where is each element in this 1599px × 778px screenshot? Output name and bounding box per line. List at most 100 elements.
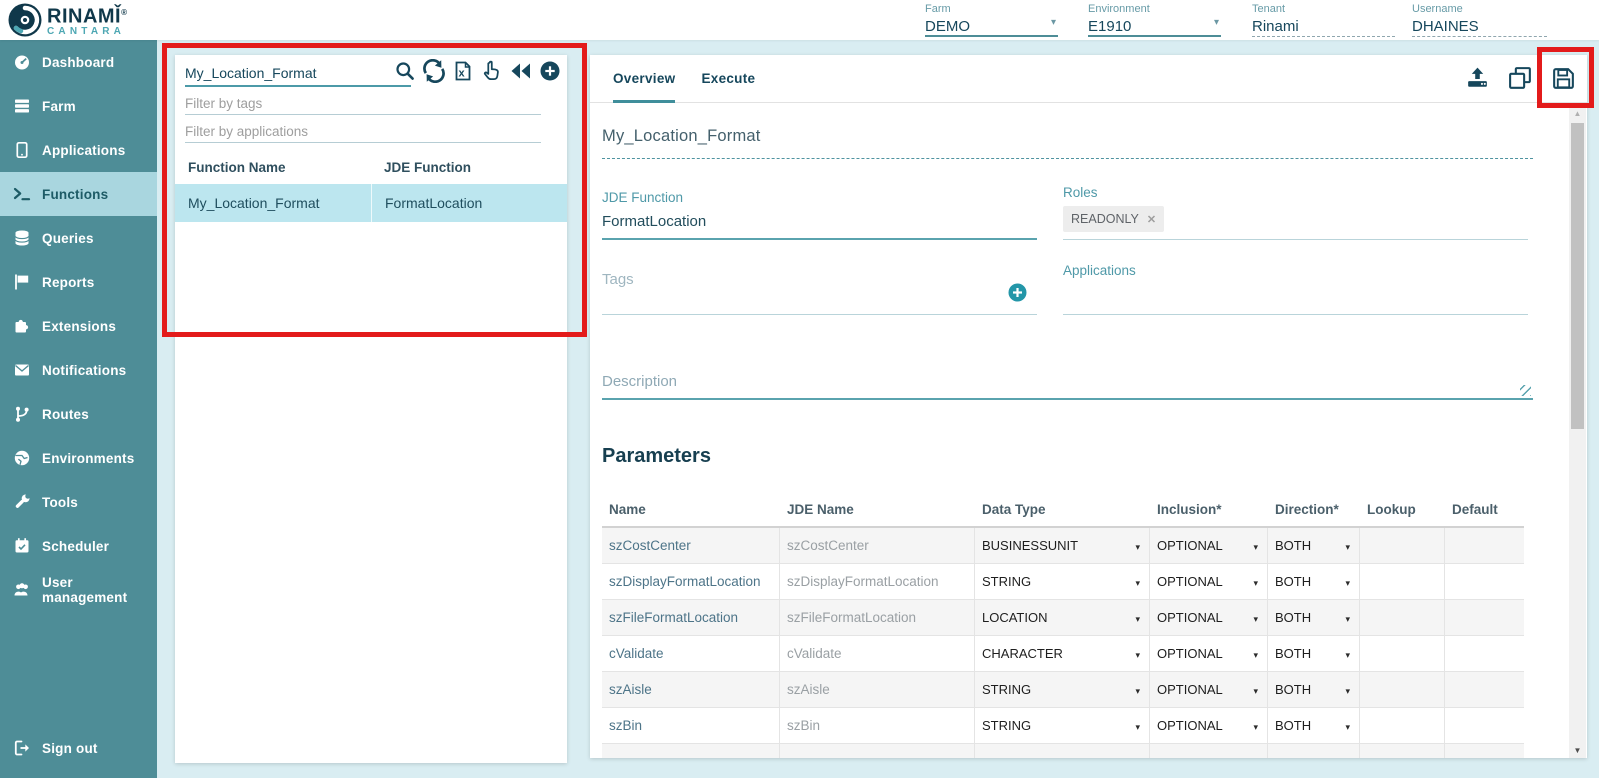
sidebar-item-user-management[interactable]: User management bbox=[0, 568, 157, 612]
param-name-cell[interactable]: szCostCenter bbox=[602, 528, 780, 563]
sidebar-item-environments[interactable]: Environments bbox=[0, 436, 157, 480]
param-name-cell[interactable]: cValidate bbox=[602, 636, 780, 671]
remove-role-icon[interactable] bbox=[1147, 212, 1156, 226]
save-button[interactable] bbox=[1550, 65, 1577, 92]
direction-select[interactable]: BOTH bbox=[1268, 636, 1360, 671]
inclusion-select[interactable]: OPTIONAL bbox=[1150, 708, 1268, 743]
lookup-cell[interactable] bbox=[1360, 708, 1445, 743]
function-title-field[interactable]: My_Location_Format bbox=[602, 127, 1533, 159]
data-type-select[interactable]: STRING bbox=[975, 708, 1150, 743]
param-name-cell[interactable]: szAisle bbox=[602, 672, 780, 707]
lookup-cell[interactable] bbox=[1360, 636, 1445, 671]
farm-select[interactable]: Farm DEMO bbox=[925, 3, 1058, 37]
scrollbar-thumb[interactable] bbox=[1571, 123, 1584, 429]
roles-field: Roles READONLY bbox=[1063, 185, 1528, 240]
scroll-up-icon[interactable] bbox=[1569, 105, 1586, 121]
vertical-scrollbar[interactable] bbox=[1569, 105, 1586, 758]
default-cell[interactable] bbox=[1445, 600, 1524, 635]
tags-filter-input[interactable] bbox=[185, 93, 541, 115]
sidebar-item-extensions[interactable]: Extensions bbox=[0, 304, 157, 348]
empty-cell bbox=[780, 744, 975, 758]
sidebar-item-functions[interactable]: Functions bbox=[0, 172, 157, 216]
default-cell[interactable] bbox=[1445, 708, 1524, 743]
resize-handle-icon[interactable] bbox=[1520, 385, 1531, 396]
inclusion-select[interactable]: OPTIONAL bbox=[1150, 672, 1268, 707]
parameter-row: cValidate cValidate CHARACTER OPTIONAL B… bbox=[602, 636, 1524, 672]
sidebar-item-notifications[interactable]: Notifications bbox=[0, 348, 157, 392]
sidebar-item-farm[interactable]: Farm bbox=[0, 84, 157, 128]
tags-input[interactable] bbox=[602, 271, 982, 288]
data-type-select[interactable]: STRING bbox=[975, 672, 1150, 707]
param-name-cell[interactable]: szFileFormatLocation bbox=[602, 600, 780, 635]
sidebar-item-reports[interactable]: Reports bbox=[0, 260, 157, 304]
brand-logo: RINAMǏ® CANTARA bbox=[7, 2, 128, 38]
function-list-panel: x Function Name JDE Function My_Location… bbox=[175, 55, 567, 763]
param-name-cell[interactable]: szBin bbox=[602, 708, 780, 743]
sidebar-item-label: Reports bbox=[42, 275, 94, 290]
sidebar-item-routes[interactable]: Routes bbox=[0, 392, 157, 436]
inclusion-select[interactable]: OPTIONAL bbox=[1150, 600, 1268, 635]
brand-name: RINAMǏ® bbox=[47, 3, 128, 27]
param-name-cell[interactable]: szDisplayFormatLocation bbox=[602, 564, 780, 599]
sidebar-item-dashboard[interactable]: Dashboard bbox=[0, 40, 157, 84]
tenant-field[interactable]: Tenant Rinami bbox=[1252, 3, 1395, 37]
sidebar-item-label: Farm bbox=[42, 99, 76, 114]
description-field bbox=[602, 373, 1533, 400]
scroll-down-icon[interactable] bbox=[1569, 742, 1586, 758]
data-type-select[interactable]: LOCATION bbox=[975, 600, 1150, 635]
roles-label: Roles bbox=[1063, 185, 1528, 200]
tab-overview[interactable]: Overview bbox=[613, 55, 675, 102]
function-toolbar: x bbox=[393, 59, 562, 83]
rewind-icon[interactable] bbox=[509, 59, 533, 83]
direction-select[interactable]: BOTH bbox=[1268, 672, 1360, 707]
function-search-input[interactable] bbox=[185, 61, 411, 87]
tags-field bbox=[602, 267, 1037, 315]
direction-select[interactable]: BOTH bbox=[1268, 564, 1360, 599]
lookup-cell[interactable] bbox=[1360, 528, 1445, 563]
applications-filter-input[interactable] bbox=[185, 121, 541, 143]
default-cell[interactable] bbox=[1445, 672, 1524, 707]
description-input[interactable] bbox=[602, 373, 1482, 390]
data-type-select[interactable]: CHARACTER bbox=[975, 636, 1150, 671]
upload-button[interactable] bbox=[1464, 65, 1491, 92]
column-header-name: Name bbox=[602, 492, 780, 526]
hand-pointer-icon[interactable] bbox=[480, 59, 504, 83]
direction-select[interactable]: BOTH bbox=[1268, 528, 1360, 563]
username-field[interactable]: Username DHAINES bbox=[1412, 3, 1547, 37]
default-cell[interactable] bbox=[1445, 636, 1524, 671]
data-type-select[interactable]: STRING bbox=[975, 564, 1150, 599]
dropdown-arrow-icon bbox=[1135, 682, 1140, 697]
sidebar-item-applications[interactable]: Applications bbox=[0, 128, 157, 172]
applications-field[interactable]: Applications bbox=[1063, 263, 1528, 315]
inclusion-select[interactable]: OPTIONAL bbox=[1150, 636, 1268, 671]
search-icon[interactable] bbox=[393, 59, 417, 83]
function-list-row[interactable]: My_Location_Format FormatLocation bbox=[175, 184, 567, 222]
lookup-cell[interactable] bbox=[1360, 672, 1445, 707]
lookup-cell[interactable] bbox=[1360, 600, 1445, 635]
direction-select[interactable]: BOTH bbox=[1268, 708, 1360, 743]
dropdown-arrow-icon bbox=[1253, 646, 1258, 661]
refresh-icon[interactable] bbox=[422, 59, 446, 83]
dropdown-arrow-icon bbox=[1345, 646, 1350, 661]
environment-select[interactable]: Environment E1910 bbox=[1088, 3, 1221, 37]
default-cell[interactable] bbox=[1445, 564, 1524, 599]
add-function-icon[interactable] bbox=[538, 59, 562, 83]
sidebar-item-tools[interactable]: Tools bbox=[0, 480, 157, 524]
column-header-data-type: Data Type bbox=[975, 492, 1150, 526]
data-type-select[interactable]: BUSINESSUNIT bbox=[975, 528, 1150, 563]
lookup-cell[interactable] bbox=[1360, 564, 1445, 599]
inclusion-select[interactable]: OPTIONAL bbox=[1150, 564, 1268, 599]
add-tag-icon[interactable] bbox=[1008, 283, 1027, 302]
jde-function-input[interactable]: FormatLocation bbox=[602, 213, 1037, 230]
direction-select[interactable]: BOTH bbox=[1268, 600, 1360, 635]
sidebar-item-scheduler[interactable]: Scheduler bbox=[0, 524, 157, 568]
empty-cell bbox=[602, 744, 780, 758]
tab-execute[interactable]: Execute bbox=[701, 55, 755, 102]
sidebar-item-sign-out[interactable]: Sign out bbox=[0, 726, 157, 770]
dropdown-arrow-icon bbox=[1253, 610, 1258, 625]
inclusion-select[interactable]: OPTIONAL bbox=[1150, 528, 1268, 563]
sidebar-item-queries[interactable]: Queries bbox=[0, 216, 157, 260]
default-cell[interactable] bbox=[1445, 528, 1524, 563]
copy-button[interactable] bbox=[1507, 65, 1534, 92]
excel-export-icon[interactable]: x bbox=[451, 59, 475, 83]
